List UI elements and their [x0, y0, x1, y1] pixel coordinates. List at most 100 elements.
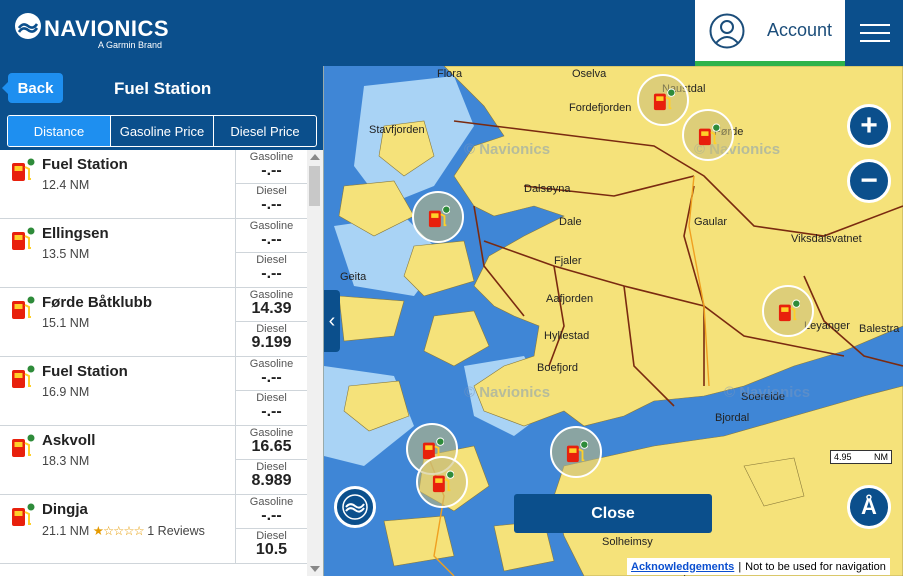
- fuel-station-marker[interactable]: [762, 285, 814, 337]
- map-place-label: Gaular: [694, 216, 728, 228]
- map-place-label: Balestra: [859, 323, 900, 335]
- zoom-out-button[interactable]: −: [847, 159, 891, 203]
- list-scrollbar[interactable]: [307, 150, 323, 576]
- fuel-pump-icon: [778, 299, 801, 323]
- fuel-station-marker[interactable]: [550, 426, 602, 478]
- diesel-price: -.--: [261, 196, 282, 213]
- diesel-price-cell: Diesel 10.5: [236, 529, 307, 563]
- fuel-station-icon: [11, 502, 36, 528]
- station-name: Askvoll: [42, 432, 96, 449]
- list-item[interactable]: Askvoll 18.3 NM Gasoline 16.65 Diesel 8.989: [0, 426, 307, 495]
- price-column: Gasoline -.-- Diesel -.--: [235, 357, 307, 426]
- scale-bar: 4.95 NM: [830, 450, 892, 464]
- scroll-up-icon[interactable]: [310, 154, 320, 160]
- list-item[interactable]: Ellingsen 13.5 NM Gasoline -.-- Diesel -.--: [0, 219, 307, 288]
- station-distance: 13.5 NM: [42, 247, 90, 261]
- fuel-station-marker[interactable]: [412, 191, 464, 243]
- station-distance-row: 21.1 NM ★☆☆☆☆ 1 Reviews: [42, 523, 205, 538]
- price-column: Gasoline -.-- Diesel -.--: [235, 219, 307, 288]
- navionics-watermark: © Navionics: [724, 384, 811, 401]
- disclaimer-text: Not to be used for navigation: [745, 560, 886, 573]
- map-footer: Acknowledgements | Not to be used for na…: [627, 558, 890, 575]
- back-button[interactable]: Back: [2, 73, 63, 103]
- tab-distance[interactable]: Distance: [8, 116, 110, 146]
- list-item[interactable]: Fuel Station 16.9 NM Gasoline -.-- Diesel -.…: [0, 357, 307, 426]
- fuel-station-icon: [11, 433, 36, 459]
- tab-gasoline-price[interactable]: Gasoline Price: [110, 116, 213, 146]
- collapse-panel-button[interactable]: ‹: [324, 290, 340, 352]
- navionics-watermark: © Navionics: [464, 384, 551, 401]
- fuel-station-icon: [11, 295, 36, 321]
- footer-separator: |: [738, 560, 742, 573]
- account-label: Account: [767, 20, 833, 40]
- station-name: Dingja: [42, 501, 88, 518]
- scale-value: 4.95: [834, 452, 852, 462]
- logo-text: NAVIONICS: [44, 16, 170, 41]
- tab-diesel-price[interactable]: Diesel Price: [213, 116, 316, 146]
- station-distance: 16.9 NM: [42, 385, 90, 399]
- layers-icon: [342, 494, 368, 520]
- diesel-price: 8.989: [251, 472, 292, 489]
- map-layers-button[interactable]: [334, 486, 376, 528]
- app: NAVIONICS A Garmin Brand Account Back Fu…: [0, 0, 903, 576]
- list-item[interactable]: Dingja 21.1 NM ★☆☆☆☆ 1 Reviews Gasoline -.-…: [0, 495, 307, 564]
- fuel-pump-icon: [566, 440, 589, 464]
- station-distance: 18.3 NM: [42, 454, 90, 468]
- scroll-thumb[interactable]: [309, 166, 320, 206]
- price-column: Gasoline 14.39 Diesel 9.199: [235, 288, 307, 357]
- map-place-label: Oselva: [572, 68, 607, 80]
- account-button[interactable]: Account: [695, 0, 845, 66]
- map-place-label: Aafjorden: [546, 293, 594, 305]
- navionics-watermark: © Navionics: [464, 141, 551, 158]
- station-distance-row: 13.5 NM: [42, 247, 89, 261]
- top-header: NAVIONICS A Garmin Brand Account: [0, 0, 903, 66]
- fuel-station-icon: [11, 226, 36, 252]
- fuel-pump-icon: [428, 205, 451, 229]
- map-place-label: Fordefjorden: [569, 102, 632, 114]
- review-count: 1 Reviews: [147, 524, 205, 538]
- logo-subtitle: A Garmin Brand: [98, 40, 163, 50]
- station-distance-row: 16.9 NM: [42, 385, 89, 399]
- fuel-pump-icon: [12, 295, 36, 319]
- fuel-pump-icon: [566, 440, 589, 463]
- close-button[interactable]: Close: [514, 494, 712, 533]
- map-place-label: Flora: [437, 68, 463, 80]
- map-place-label: Solheimsy: [602, 536, 653, 548]
- user-icon: [709, 13, 745, 48]
- gasoline-price-cell: Gasoline 14.39: [236, 288, 307, 322]
- gasoline-price-cell: Gasoline -.--: [236, 150, 307, 184]
- map-place-label: Stavfjorden: [369, 124, 425, 136]
- price-column: Gasoline 16.65 Diesel 8.989: [235, 426, 307, 495]
- list-item[interactable]: Førde Båtklubb 15.1 NM Gasoline 14.39 Diese…: [0, 288, 307, 357]
- zoom-in-button[interactable]: +: [847, 104, 891, 148]
- map-place-label: Dalsøyna: [524, 183, 571, 195]
- map-place-label: Bjordal: [715, 412, 750, 424]
- scroll-down-icon[interactable]: [310, 566, 320, 572]
- hamburger-menu-icon[interactable]: [846, 0, 903, 66]
- gasoline-price-cell: Gasoline -.--: [236, 219, 307, 253]
- acknowledgements-link[interactable]: Acknowledgements: [631, 561, 734, 573]
- diesel-price-cell: Diesel -.--: [236, 184, 307, 218]
- fuel-station-marker[interactable]: [416, 456, 468, 508]
- fuel-station-marker[interactable]: [682, 109, 734, 161]
- list-item[interactable]: Fuel Station 12.4 NM Gasoline -.-- Diesel -.…: [0, 150, 307, 219]
- station-name: Ellingsen: [42, 225, 109, 242]
- fuel-station-marker[interactable]: [637, 74, 689, 126]
- diesel-price-cell: Diesel -.--: [236, 253, 307, 287]
- map-place-label: Boefjord: [537, 362, 578, 374]
- gasoline-price: 16.65: [251, 438, 292, 455]
- navionics-logo-icon: [15, 13, 41, 39]
- gasoline-price-cell: Gasoline -.--: [236, 495, 307, 529]
- gasoline-price: -.--: [261, 369, 282, 386]
- map-place-label: Fjaler: [554, 255, 582, 267]
- fuel-pump-icon: [12, 157, 36, 181]
- fuel-pump-icon: [698, 123, 721, 147]
- fuel-pump-icon: [653, 88, 676, 112]
- fuel-pump-icon: [428, 205, 451, 228]
- navionics-logo[interactable]: NAVIONICS A Garmin Brand: [14, 12, 169, 50]
- fuel-station-list: Fuel Station 12.4 NM Gasoline -.-- Diesel -.…: [0, 150, 307, 576]
- nautical-map[interactable]: FloraOselvaNaustdalFordefjordenStavfjord…: [324, 66, 903, 576]
- diesel-price: -.--: [261, 403, 282, 420]
- price-column: Gasoline -.-- Diesel 10.5: [235, 495, 307, 564]
- tracker-button[interactable]: Å: [847, 485, 891, 529]
